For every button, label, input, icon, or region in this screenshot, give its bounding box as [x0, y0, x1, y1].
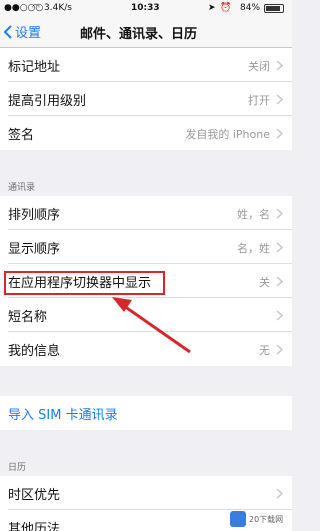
- row-label: 签名: [8, 128, 35, 143]
- section-header-calendar: 日历: [8, 463, 27, 473]
- navigation-bar: 设置 邮件、通讯录、日历: [0, 16, 292, 48]
- row-label: 我的信息: [8, 344, 61, 359]
- row-value: 名，姓: [237, 242, 270, 255]
- row-label: 提高引用级别: [8, 94, 87, 109]
- row-value: 发自我的 iPhone: [185, 128, 270, 141]
- row-label: 其他历法: [8, 522, 61, 531]
- watermark-text: 20下载网: [249, 514, 284, 524]
- status-bar: ●●○○○ ◠ 3.4K/s 10:33 ➤ ⏰ 84%: [0, 0, 292, 16]
- row-value: 关: [259, 276, 270, 289]
- chevron-left-icon: [4, 24, 12, 39]
- alarm-icon: ⏰: [220, 3, 232, 13]
- row-display-order[interactable]: 显示顺序 名，姓: [0, 230, 292, 264]
- row-value: 打开: [248, 94, 270, 107]
- back-label: 设置: [15, 26, 42, 41]
- row-label: 短名称: [8, 310, 48, 325]
- chevron-right-icon: [276, 60, 283, 71]
- chevron-right-icon: [276, 242, 283, 253]
- chevron-right-icon: [276, 488, 283, 499]
- chevron-right-icon: [276, 208, 283, 219]
- wifi-icon: ◠: [32, 3, 40, 13]
- battery-percent: 84%: [240, 3, 261, 13]
- watermark: 20下载网: [230, 509, 290, 529]
- chevron-right-icon: [276, 276, 283, 287]
- row-sort-order[interactable]: 排列顺序 姓，名: [0, 196, 292, 230]
- row-label: 标记地址: [8, 60, 61, 75]
- row-value: 关闭: [248, 60, 270, 73]
- location-icon: ➤: [208, 3, 216, 13]
- row-my-info[interactable]: 我的信息 无: [0, 332, 292, 366]
- row-time-zone-override[interactable]: 时区优先: [0, 476, 292, 510]
- import-sim-link: 导入 SIM 卡通讯录: [8, 408, 118, 423]
- battery-icon: [264, 4, 284, 13]
- chevron-right-icon: [276, 94, 283, 105]
- clock: 10:33: [131, 3, 160, 13]
- chevron-right-icon: [276, 344, 283, 355]
- row-mark-addresses[interactable]: 标记地址 关闭: [0, 48, 292, 82]
- row-label: 时区优先: [8, 488, 61, 503]
- network-speed: 3.4K/s: [44, 3, 72, 13]
- row-import-sim-contacts[interactable]: 导入 SIM 卡通讯录: [0, 396, 292, 430]
- row-value: 姓，名: [237, 208, 270, 221]
- page-title: 邮件、通讯录、日历: [80, 27, 198, 42]
- row-label: 显示顺序: [8, 242, 61, 257]
- row-increase-quote-level[interactable]: 提高引用级别 打开: [0, 82, 292, 116]
- chevron-right-icon: [276, 128, 283, 139]
- row-signature[interactable]: 签名 发自我的 iPhone: [0, 116, 292, 150]
- highlight-box: [4, 271, 165, 295]
- row-value: 无: [259, 344, 270, 357]
- back-button[interactable]: 设置: [4, 22, 41, 41]
- row-short-name[interactable]: 短名称: [0, 298, 292, 332]
- section-header-contacts: 通讯录: [8, 183, 36, 193]
- row-label: 排列顺序: [8, 208, 61, 223]
- watermark-logo-icon: [230, 511, 246, 527]
- chevron-right-icon: [276, 310, 283, 321]
